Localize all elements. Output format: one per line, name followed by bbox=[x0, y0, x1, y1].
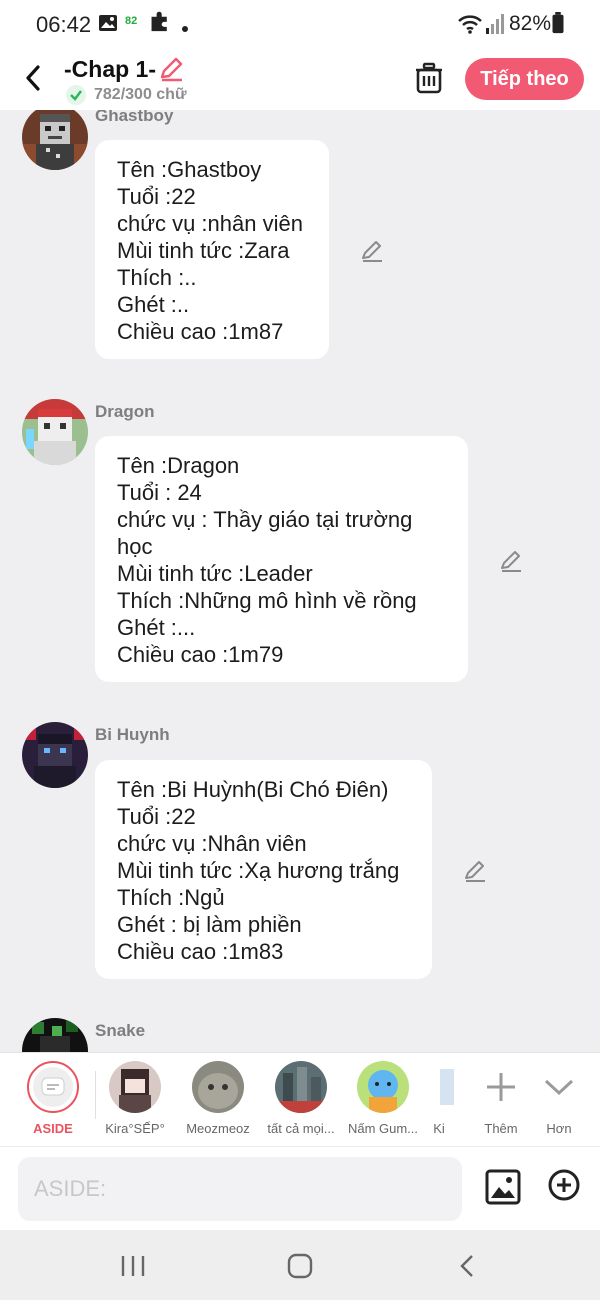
character-item[interactable]: Ki bbox=[424, 1061, 454, 1136]
message-line: Tên :Ghastboy bbox=[117, 157, 262, 182]
character-label: tất cả mọi... bbox=[267, 1121, 335, 1136]
message-bubble[interactable]: Tên :Dragon Tuổi : 24 chức vụ : Thầy giá… bbox=[95, 436, 468, 682]
edit-icon[interactable] bbox=[498, 548, 524, 574]
message-line: Chiều cao :1m87 bbox=[117, 319, 284, 344]
battery-icon bbox=[552, 12, 564, 34]
message-line: Tuổi :22 bbox=[117, 184, 196, 209]
character-strip: ASIDE Kira°SẾP° Meozmeoz tất cả mọi... N… bbox=[0, 1052, 600, 1146]
edit-title-icon[interactable] bbox=[157, 55, 185, 83]
message-line: học bbox=[117, 534, 153, 559]
puzzle-icon bbox=[151, 11, 167, 32]
edit-icon[interactable] bbox=[359, 238, 385, 264]
signal-icon bbox=[486, 14, 504, 34]
message-line: Thích :Những mô hình về rồng bbox=[117, 588, 417, 613]
message-line: Chiều cao :1m79 bbox=[117, 642, 284, 667]
avatar bbox=[109, 1061, 161, 1113]
character-label: Nấm Gum... bbox=[347, 1121, 419, 1136]
message-line: Tên :Dragon bbox=[117, 453, 240, 478]
expand-label: Hơn bbox=[546, 1121, 572, 1136]
message-line: Mùi tinh tức :Xạ hương trắng bbox=[117, 858, 400, 883]
aside-input[interactable] bbox=[18, 1157, 462, 1221]
avatar bbox=[357, 1061, 409, 1113]
add-button[interactable] bbox=[548, 1169, 580, 1201]
chat-list[interactable]: Ghastboy Tên :Ghastboy Tuổi :22 chức vụ … bbox=[0, 110, 600, 1052]
message-line: chức vụ :nhân viên bbox=[117, 211, 303, 236]
character-aside[interactable]: ASIDE bbox=[10, 1061, 96, 1136]
notification-badge: 82 bbox=[125, 15, 138, 27]
aside-avatar bbox=[27, 1061, 79, 1113]
message-bubble[interactable]: Tên :Bi Huỳnh(Bi Chó Điên) Tuổi :22 chức… bbox=[95, 760, 432, 979]
status-bar: 06:42 82 82% bbox=[0, 0, 600, 48]
message-line: Ghét :.. bbox=[117, 292, 190, 317]
home-button[interactable] bbox=[285, 1252, 315, 1280]
word-count: 782/300 chữ bbox=[94, 86, 187, 103]
character-name: Ghastboy bbox=[95, 110, 174, 125]
image-button[interactable] bbox=[485, 1169, 521, 1205]
character-item[interactable]: Nấm Gum... bbox=[340, 1061, 426, 1136]
back-button[interactable] bbox=[18, 60, 48, 96]
message-line: Mùi tinh tức :Leader bbox=[117, 561, 313, 586]
character-item[interactable]: Meozmeoz bbox=[175, 1061, 261, 1136]
aside-icon bbox=[33, 1067, 73, 1107]
message-line: Chiều cao :1m83 bbox=[117, 939, 284, 964]
message-line: chức vụ :Nhân viên bbox=[117, 831, 307, 856]
delete-button[interactable] bbox=[413, 62, 445, 96]
editor-header: -Chap 1- 782/300 chữ Tiếp theo bbox=[0, 48, 600, 110]
character-label: Kira°SẾP° bbox=[105, 1121, 165, 1136]
message-line: Tuổi : 24 bbox=[117, 480, 202, 505]
recent-apps-button[interactable] bbox=[118, 1252, 148, 1280]
message-line: Thích :Ngủ bbox=[117, 885, 225, 910]
composer bbox=[0, 1146, 600, 1230]
message-line: Tuổi :22 bbox=[117, 804, 196, 829]
next-button[interactable]: Tiếp theo bbox=[465, 58, 584, 100]
avatar[interactable] bbox=[22, 1018, 88, 1052]
character-name: Dragon bbox=[95, 402, 155, 421]
character-name: Bi Huynh bbox=[95, 725, 170, 744]
avatar[interactable] bbox=[22, 399, 88, 465]
character-label: Ki bbox=[433, 1121, 445, 1136]
status-time: 06:42 bbox=[36, 12, 92, 37]
image-icon bbox=[99, 15, 117, 31]
character-label: ASIDE bbox=[33, 1121, 73, 1136]
message-line: Thích :.. bbox=[117, 265, 197, 290]
dot-icon bbox=[182, 26, 188, 32]
system-back-button[interactable] bbox=[453, 1252, 483, 1280]
message-line: Mùi tinh tức :Zara bbox=[117, 238, 290, 263]
edit-icon[interactable] bbox=[462, 858, 488, 884]
avatar bbox=[424, 1061, 454, 1113]
avatar[interactable] bbox=[22, 722, 88, 788]
message-line: chức vụ : Thầy giáo tại trường bbox=[117, 507, 413, 532]
check-icon bbox=[66, 85, 86, 105]
avatar bbox=[275, 1061, 327, 1113]
character-item[interactable]: tất cả mọi... bbox=[258, 1061, 344, 1136]
message-line: Ghét :... bbox=[117, 615, 196, 640]
expand-button[interactable]: Hơn bbox=[516, 1061, 600, 1136]
chapter-title[interactable]: -Chap 1- bbox=[64, 56, 156, 83]
message-line: Tên :Bi Huỳnh(Bi Chó Điên) bbox=[117, 777, 389, 802]
character-label: Meozmeoz bbox=[186, 1121, 250, 1136]
message-line: Ghét : bị làm phiền bbox=[117, 912, 302, 937]
chevron-down-icon bbox=[544, 1079, 574, 1096]
avatar[interactable] bbox=[22, 110, 88, 170]
system-nav-bar bbox=[0, 1230, 600, 1300]
character-item[interactable]: Kira°SẾP° bbox=[92, 1061, 178, 1136]
message-bubble[interactable]: Tên :Ghastboy Tuổi :22 chức vụ :nhân viê… bbox=[95, 140, 329, 359]
wifi-icon bbox=[458, 15, 482, 34]
battery-percent: 82% bbox=[509, 12, 552, 35]
character-name: Snake bbox=[95, 1021, 146, 1040]
avatar bbox=[192, 1061, 244, 1113]
